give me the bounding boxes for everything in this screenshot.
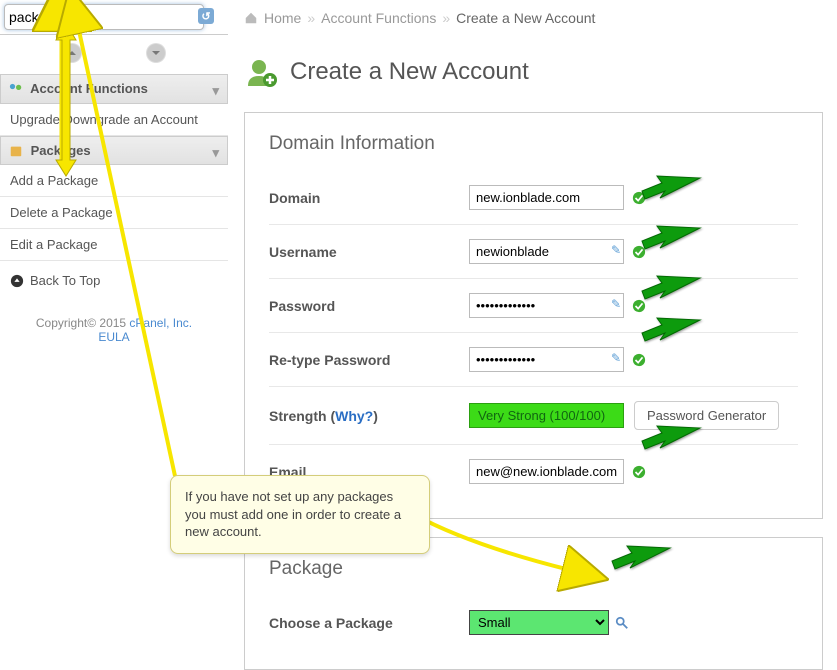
- key-icon: ✎: [611, 351, 621, 365]
- strength-badge: Very Strong (100/100): [469, 403, 624, 428]
- search-input[interactable]: [4, 4, 204, 30]
- password-input[interactable]: [469, 293, 624, 318]
- panel-package: Package Choose a Package Small: [244, 537, 823, 670]
- search-icon[interactable]: [615, 616, 629, 630]
- breadcrumb-current: Create a New Account: [456, 10, 595, 26]
- arrow-up-icon: [10, 274, 24, 288]
- section-label: Account Functions: [30, 81, 148, 96]
- collapse-down-icon[interactable]: [146, 43, 166, 63]
- username-input[interactable]: [469, 239, 624, 264]
- sidebar-item-upgrade-downgrade[interactable]: Upgrade/Downgrade an Account: [0, 104, 228, 136]
- retype-password-input[interactable]: [469, 347, 624, 372]
- chevron-down-icon: ▾: [212, 83, 219, 99]
- sidebar-item-delete-package[interactable]: Delete a Package: [0, 197, 228, 229]
- label-password: Password: [269, 298, 469, 314]
- back-to-top-link[interactable]: Back To Top: [0, 261, 228, 300]
- domain-input[interactable]: [469, 185, 624, 210]
- user-icon: ✎: [611, 243, 621, 257]
- breadcrumb-home[interactable]: Home: [264, 10, 301, 26]
- account-icon: [9, 83, 23, 97]
- eula-link[interactable]: EULA: [98, 330, 129, 344]
- sidebar-section-account-functions[interactable]: Account Functions ▾: [0, 74, 228, 104]
- chevron-down-icon: ▾: [212, 145, 219, 161]
- label-domain: Domain: [269, 190, 469, 206]
- label-choose-package: Choose a Package: [269, 615, 469, 631]
- label-strength: Strength (Why?): [269, 408, 469, 424]
- cpanel-link[interactable]: cPanel, Inc.: [129, 316, 192, 330]
- copyright-text: Copyright© 2015 cPanel, Inc. EULA: [0, 300, 228, 360]
- page-title: Create a New Account: [290, 58, 529, 86]
- collapse-up-icon[interactable]: [62, 43, 82, 63]
- sidebar-item-add-package[interactable]: Add a Package: [0, 165, 228, 197]
- key-icon: ✎: [611, 297, 621, 311]
- panel-heading: Domain Information: [269, 133, 798, 155]
- check-icon: [632, 191, 646, 205]
- clear-search-icon[interactable]: ↺: [198, 8, 214, 24]
- check-icon: [632, 299, 646, 313]
- check-icon: [632, 353, 646, 367]
- breadcrumb-section[interactable]: Account Functions: [321, 10, 436, 26]
- check-icon: [632, 245, 646, 259]
- sidebar-section-packages[interactable]: Packages ▾: [0, 136, 228, 166]
- section-label: Packages: [31, 143, 91, 158]
- breadcrumb: Home » Account Functions » Create a New …: [230, 0, 837, 36]
- label-retype-password: Re-type Password: [269, 352, 469, 368]
- panel-domain-info: Domain Information Domain Username ✎ Pas…: [244, 112, 823, 519]
- password-generator-button[interactable]: Password Generator: [634, 401, 779, 430]
- home-icon[interactable]: [244, 11, 258, 25]
- create-account-icon: [244, 54, 280, 90]
- label-username: Username: [269, 244, 469, 260]
- package-tooltip: If you have not set up any packages you …: [170, 475, 430, 554]
- package-icon: [9, 144, 23, 158]
- email-input[interactable]: [469, 459, 624, 484]
- check-icon: [632, 465, 646, 479]
- sidebar-item-edit-package[interactable]: Edit a Package: [0, 229, 228, 261]
- why-link[interactable]: Why?: [335, 408, 373, 424]
- panel-heading: Package: [269, 558, 798, 580]
